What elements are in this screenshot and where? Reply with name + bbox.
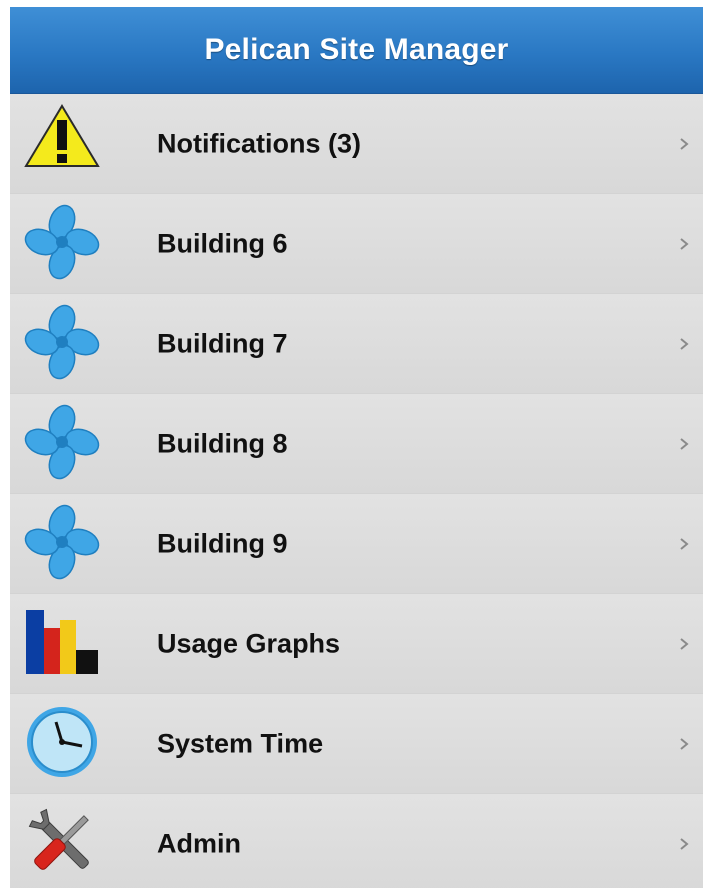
menu-item-usage-graphs[interactable]: Usage Graphs <box>10 594 703 694</box>
menu-item-system-time[interactable]: System Time <box>10 694 703 794</box>
chevron-right-icon <box>679 137 689 151</box>
fan-icon <box>22 502 102 582</box>
menu-item-building-6[interactable]: Building 6 <box>10 194 703 294</box>
menu-item-building-7[interactable]: Building 7 <box>10 294 703 394</box>
fan-icon <box>22 202 102 282</box>
menu-item-building-8[interactable]: Building 8 <box>10 394 703 494</box>
menu-item-label: Usage Graphs <box>157 628 341 658</box>
menu-item-label: System Time <box>157 728 324 758</box>
fan-icon <box>22 302 102 382</box>
menu-item-building-9[interactable]: Building 9 <box>10 494 703 594</box>
menu-item-label: Building 7 <box>157 328 288 358</box>
menu-item-notifications[interactable]: Notifications (3) <box>10 94 703 194</box>
clock-icon <box>22 702 102 782</box>
menu-item-label: Building 8 <box>157 428 288 458</box>
chevron-right-icon <box>679 637 689 651</box>
wrench-screwdriver-icon <box>22 802 102 882</box>
header-bar: Pelican Site Manager <box>10 7 703 94</box>
menu-item-label: Building 6 <box>157 228 288 258</box>
bar-graph-icon <box>22 602 102 682</box>
chevron-right-icon <box>679 537 689 551</box>
chevron-right-icon <box>679 837 689 851</box>
main-menu: Notifications (3) Building 6 Building 7 … <box>10 94 703 888</box>
page-title: Pelican Site Manager <box>204 33 509 66</box>
menu-item-label: Notifications (3) <box>157 128 362 158</box>
warning-icon <box>22 102 102 182</box>
chevron-right-icon <box>679 237 689 251</box>
chevron-right-icon <box>679 437 689 451</box>
menu-item-label: Admin <box>157 828 241 859</box>
menu-item-admin[interactable]: Admin <box>10 794 703 888</box>
site-manager-app: Pelican Site Manager Notifications (3) B… <box>10 7 703 888</box>
chevron-right-icon <box>679 337 689 351</box>
chevron-right-icon <box>679 737 689 751</box>
fan-icon <box>22 402 102 482</box>
menu-item-label: Building 9 <box>157 528 288 558</box>
